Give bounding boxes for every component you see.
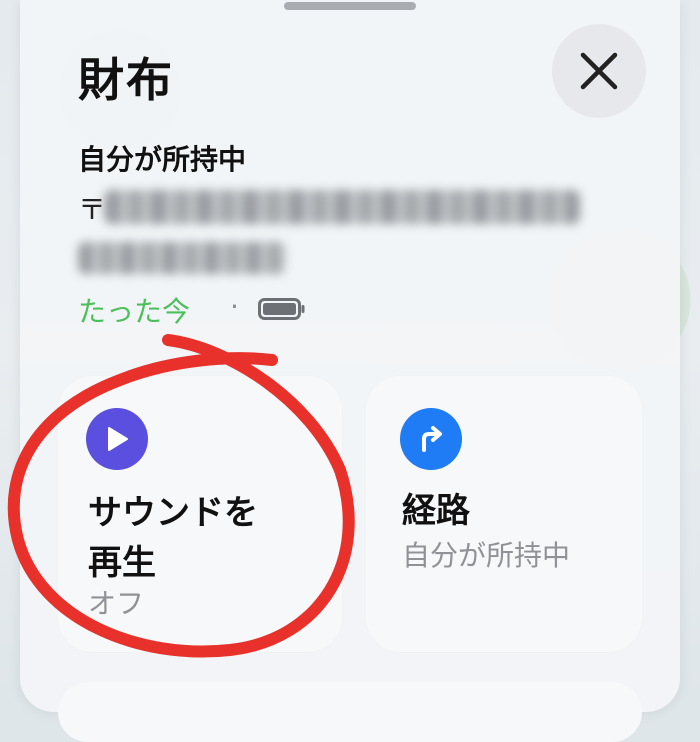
redacted-address-line-2 [78,242,286,274]
play-triangle [108,427,128,451]
play-sound-label: サウンドを再生 [88,493,258,583]
owner-status: 自分が所持中 [78,143,247,176]
directions-button[interactable]: 経路 自分が所持中 [366,376,642,652]
directions-status: 自分が所持中 [402,539,571,572]
separator-dot: · [230,290,239,323]
directions-label: 経路 [402,491,470,531]
sheet-grabber-handle[interactable] [284,2,416,10]
next-action-card[interactable] [58,682,642,742]
last-seen-time: たった今 [78,295,191,328]
page-title: 財布 [78,53,174,107]
postal-mark: 〒 [78,193,107,226]
play-sound-button[interactable]: サウンドを再生 オフ [58,376,342,652]
turn-right-arrow-icon [400,408,462,470]
turn-arrow-glyph [422,426,442,452]
play-icon [86,408,148,470]
close-button[interactable] [552,24,646,118]
battery-full-icon [258,298,305,320]
redacted-address-line-1 [104,190,580,224]
close-icon [580,52,618,90]
play-sound-status: オフ [88,587,145,620]
